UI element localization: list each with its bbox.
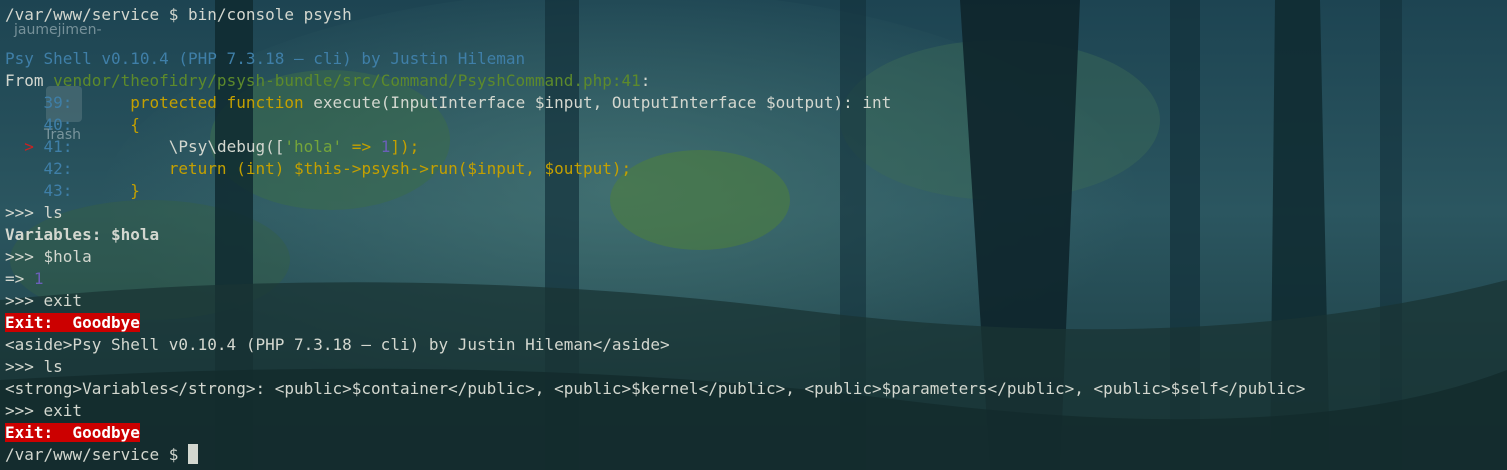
code-line-current: > 41: \Psy\debug(['hola' => 1]); [24,137,420,156]
keyword: protected [130,93,217,112]
prompt-line: >>> $hola [5,247,92,266]
result-value: 1 [33,269,44,288]
line-number: 42 [43,159,63,178]
variables-line: Variables: $hola [5,224,1505,246]
code-text: ]); [390,137,420,156]
result-prefix: => [5,269,34,288]
variables-label: Variables: [5,225,102,244]
from-suffix: : [640,71,651,90]
code-text: \Psy\debug([ [130,137,285,156]
code-line: 40: { [43,115,140,134]
variables-value: $hola [101,225,160,244]
result-line: => 1 [5,268,1505,290]
code-text: execute(InputInterface $input, OutputInt… [303,93,892,112]
code-line: 39: protected function execute(InputInte… [43,93,892,112]
line-number: 41 [43,137,63,156]
string-literal: 'hola' [284,137,343,156]
prompt-line: >>> exit [5,291,83,310]
from-line: From vendor/theofidry/psysh-bundle/src/C… [5,70,1505,92]
psysh-banner: Psy Shell v0.10.4 (PHP 7.3.18 — cli) by … [5,49,526,68]
from-prefix: From [5,71,54,90]
prompt-line: >>> exit [5,401,83,420]
line-number: 43 [43,181,63,200]
line-number: 40 [43,115,63,134]
terminal-output[interactable]: /var/www/service $ bin/console psysh Psy… [5,4,1505,466]
exit-line: Exit: Goodbye [5,422,1505,444]
raw-variables-line: <strong>Variables</strong>: <public>$con… [5,379,1306,398]
current-line-marker: > [24,137,34,156]
prompt-line: >>> ls [5,203,63,222]
code-text: $this->psysh->run($input, $output); [284,159,632,178]
source-path: vendor/theofidry/psysh-bundle/src/Comman… [53,71,641,90]
text-cursor[interactable] [188,444,199,464]
raw-banner-line: <aside>Psy Shell v0.10.4 (PHP 7.3.18 — c… [5,335,670,354]
line-number: 39 [43,93,63,112]
final-prompt-line[interactable]: /var/www/service $ [5,444,1505,466]
exit-line: Exit: Goodbye [5,312,1505,334]
operator: => [342,137,381,156]
keyword: function [226,93,304,112]
shell-prompt: /var/www/service $ [5,445,189,464]
prompt-line: >>> ls [5,357,63,376]
code-text: { [130,115,140,134]
code-text: } [130,181,140,200]
number-literal: 1 [380,137,391,156]
exit-badge: Exit: Goodbye [5,423,140,442]
keyword: return [168,159,227,178]
code-line: 42: return (int) $this->psysh->run($inpu… [43,159,632,178]
command-line: /var/www/service $ bin/console psysh [5,5,352,24]
code-line: 43: } [43,181,140,200]
keyword: (int) [236,159,285,178]
exit-badge: Exit: Goodbye [5,313,140,332]
